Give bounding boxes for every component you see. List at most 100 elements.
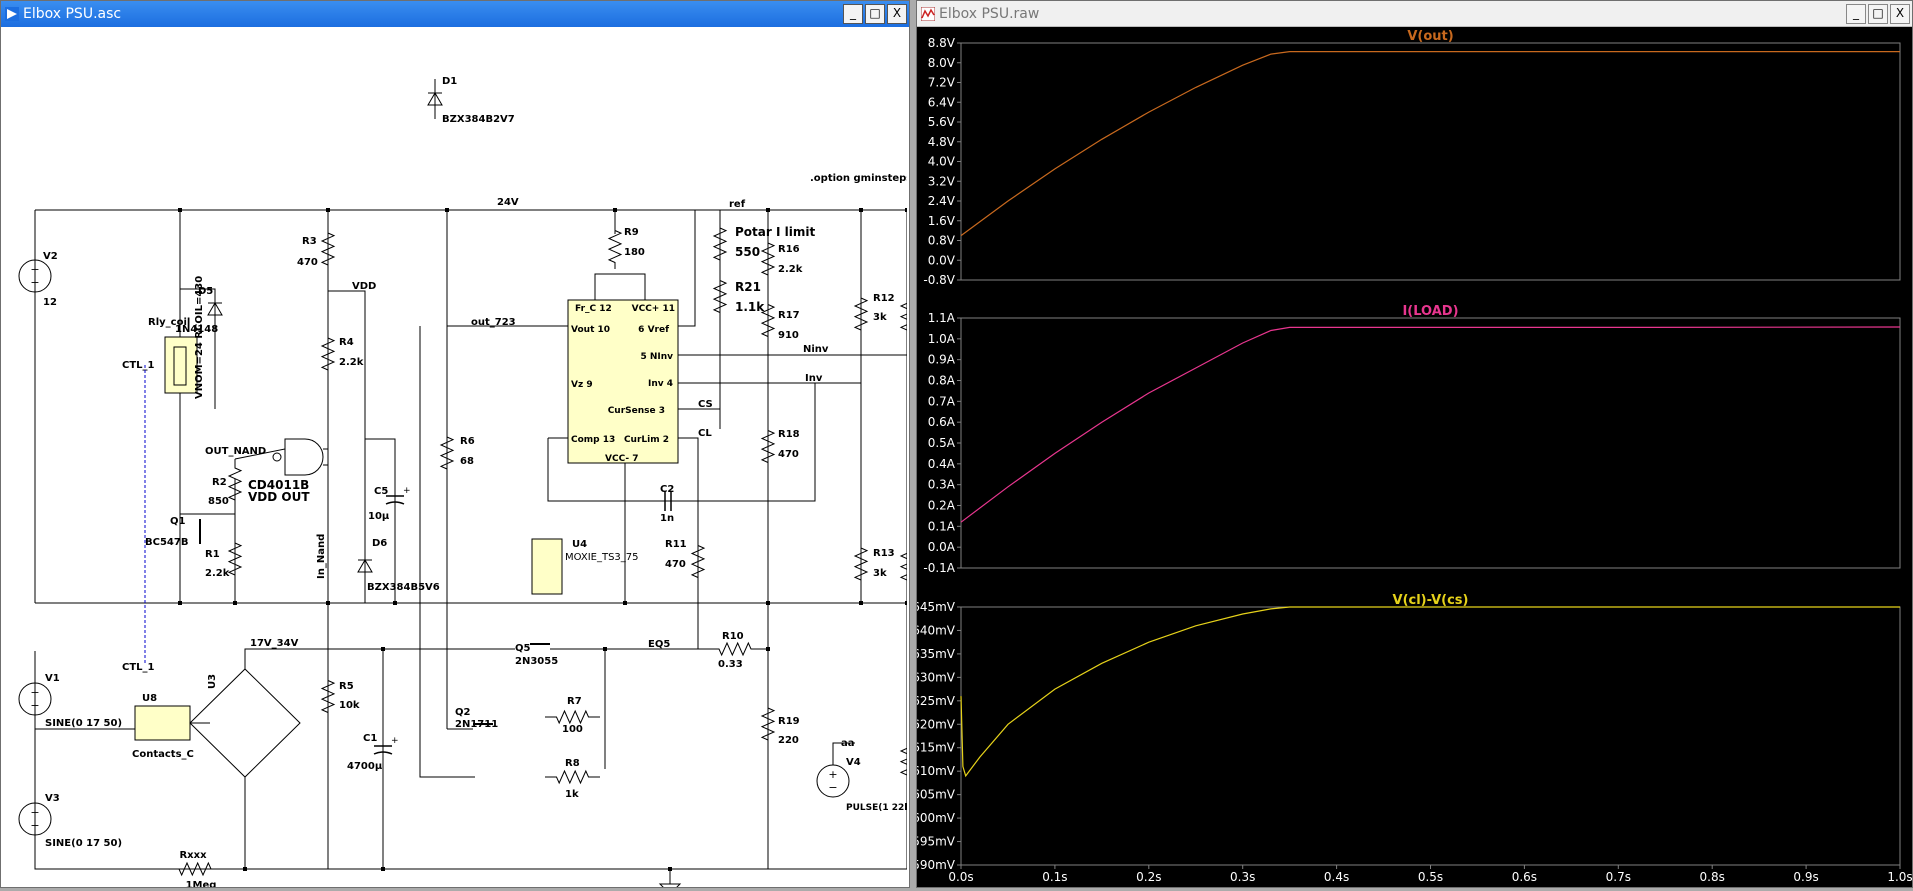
x-tick-label: 0.1s — [1042, 870, 1067, 884]
r11-value: 470 — [665, 559, 686, 570]
y-tick-label: 640mV — [917, 623, 956, 637]
x-tick-label: 1.0s — [1887, 870, 1912, 884]
x-tick-label: 0.0s — [948, 870, 973, 884]
r11-resistor[interactable] — [690, 534, 706, 589]
waveform-plots[interactable]: 8.8V 8.0V 7.2V 6.4V 5.6V 4.8V 4.0V 3.2V 2.4V 1.6V… — [912, 27, 1912, 887]
r10-resistor[interactable] — [710, 641, 760, 657]
r15-resistor[interactable] — [899, 539, 915, 589]
r6-resistor[interactable] — [439, 429, 455, 477]
ic-pin-vccminus: VCC- 7 — [605, 454, 639, 464]
junction — [766, 647, 770, 651]
c5-label: C5 — [374, 486, 388, 497]
x-tick-label: 0.3s — [1230, 870, 1255, 884]
net-vdd: VDD — [352, 281, 376, 292]
y-tick-label: 605mV — [917, 788, 956, 802]
rxxx-resistor[interactable] — [165, 861, 225, 877]
wire-nand1 — [323, 429, 329, 450]
y-tick-label: 0.9A — [928, 353, 956, 367]
net-eq5: EQ5 — [648, 639, 670, 650]
trace-label[interactable]: V(cl)-V(cs) — [1393, 593, 1469, 608]
r5-resistor[interactable] — [320, 669, 336, 724]
nand-gate[interactable] — [284, 438, 324, 476]
plot-pane-3[interactable] — [960, 606, 1901, 866]
plot-pane-2[interactable] — [960, 317, 1901, 569]
r3-resistor[interactable] — [320, 224, 336, 274]
r13-resistor[interactable] — [853, 539, 869, 589]
v1-label: V1 — [45, 673, 60, 684]
u4-label: U4 — [572, 539, 587, 550]
v2-label: V2 — [43, 251, 58, 262]
junction — [233, 601, 237, 605]
r4-resistor[interactable] — [320, 324, 336, 384]
ltspice-schematic-icon — [5, 7, 19, 21]
trace-label[interactable]: I(LOAD) — [1402, 304, 1458, 319]
minimize-button[interactable]: _ — [843, 4, 863, 24]
trace-label[interactable]: V(out) — [1407, 29, 1453, 44]
waveform-titlebar[interactable]: Elbox PSU.raw _ □ X — [917, 1, 1912, 27]
r20-resistor[interactable] — [899, 729, 915, 789]
relay-label: Rly_coil — [148, 317, 190, 328]
plot-pane-1[interactable] — [960, 42, 1901, 281]
directive-gminsteps: .option gminsteps=0 — [810, 173, 907, 184]
ic-pin-vz: Vz 9 — [571, 380, 593, 390]
svg-text:+: + — [403, 486, 411, 496]
r5-value: 10k — [339, 700, 360, 711]
v1-value: SINE(0 17 50) — [45, 718, 122, 729]
junction — [905, 601, 909, 605]
x-tick-label: 0.4s — [1324, 870, 1349, 884]
u4-reference[interactable] — [531, 538, 563, 595]
close-button[interactable]: X — [887, 4, 907, 24]
ground-symbol — [658, 883, 682, 891]
r16-resistor[interactable] — [760, 234, 776, 284]
v3-label: V3 — [45, 793, 60, 804]
r4-label: R4 — [339, 337, 354, 348]
r12-resistor[interactable] — [853, 289, 869, 339]
wire-ground-bottom — [34, 651, 1025, 870]
schematic-titlebar[interactable]: Elbox PSU.asc _ □ X — [1, 1, 909, 27]
y-tick-label: 610mV — [917, 764, 956, 778]
junction — [613, 208, 617, 212]
r2-resistor[interactable] — [227, 459, 243, 509]
y-tick-label: 0.0A — [928, 540, 956, 554]
q2-value: 2N1711 — [455, 719, 498, 730]
r7-resistor[interactable] — [545, 709, 600, 725]
r3-label: R3 — [302, 236, 317, 247]
waveform-minimize-button[interactable]: _ — [1846, 3, 1866, 24]
r14-resistor[interactable] — [899, 289, 915, 339]
waveform-close-button[interactable]: X — [1890, 3, 1910, 24]
y-tick-label: 0.8A — [928, 374, 956, 388]
waveform-icon — [921, 6, 935, 21]
potar-label: Potar I limit — [735, 225, 815, 239]
r4-value: 2.2k — [339, 357, 364, 368]
c1-label: C1 — [363, 733, 377, 744]
r9-resistor[interactable] — [607, 224, 623, 269]
r19-resistor[interactable] — [760, 694, 776, 754]
y-tick-label: 1.1A — [928, 311, 956, 325]
r18-value: 470 — [778, 449, 799, 460]
r16-value: 2.2k — [778, 264, 803, 275]
r19-label: R19 — [778, 716, 800, 727]
junction — [859, 208, 863, 212]
schematic-drawing[interactable]: +−V21224VOUTD1BZX384B2V7.option gminstep… — [5, 29, 1108, 891]
y-tick-label: 0.1A — [928, 519, 956, 533]
r9-value: 180 — [624, 247, 645, 258]
r1-value: 2.2k — [205, 568, 230, 579]
potar-resistor[interactable] — [712, 219, 728, 269]
r8-resistor[interactable] — [545, 769, 600, 785]
wire-frc — [594, 273, 646, 300]
waveform-maximize-button[interactable]: □ — [1868, 3, 1888, 24]
r6-value: 68 — [460, 456, 474, 467]
q2-label: Q2 — [455, 707, 471, 718]
y-tick-label: 3.2V — [928, 174, 956, 188]
rxxx-label: Rxxx — [179, 850, 207, 861]
y-tick-label: 0.3A — [928, 478, 956, 492]
maximize-button[interactable]: □ — [865, 4, 885, 24]
wire-vref — [678, 210, 696, 327]
r18-resistor[interactable] — [760, 424, 776, 469]
u8-switch[interactable] — [134, 705, 191, 741]
waveform-plot-area[interactable]: 8.8V 8.0V 7.2V 6.4V 5.6V 4.8V 4.0V 3.2V 2.4V 1.6V… — [912, 27, 1913, 887]
junction — [766, 601, 770, 605]
r1-resistor[interactable] — [227, 529, 243, 589]
schematic-canvas[interactable]: +−V21224VOUTD1BZX384B2V7.option gminstep… — [5, 29, 1108, 891]
q5-value: 2N3055 — [515, 656, 558, 667]
